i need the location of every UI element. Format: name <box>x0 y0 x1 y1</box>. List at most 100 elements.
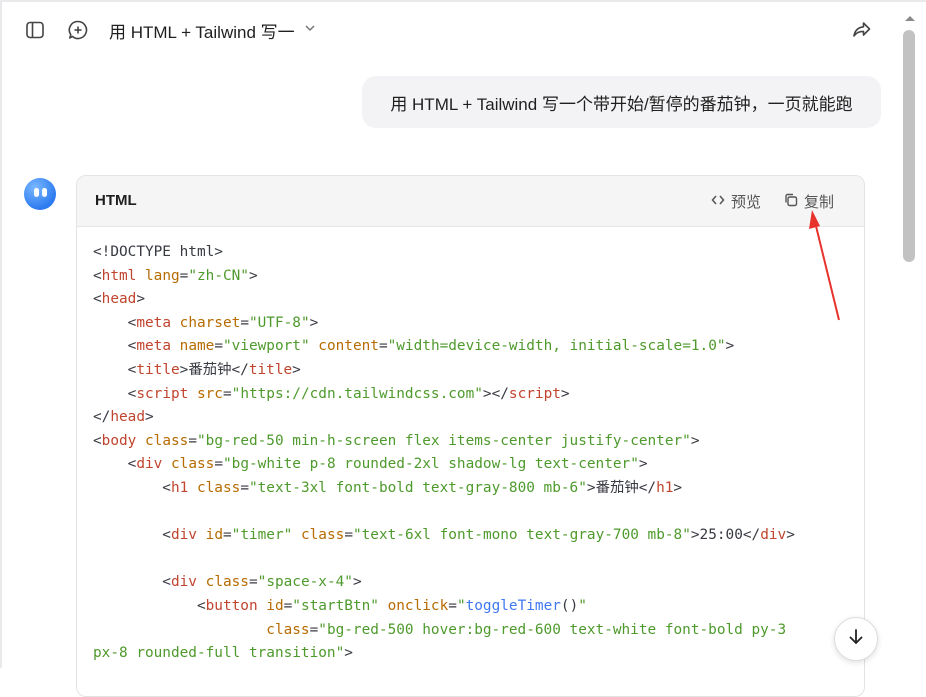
code-token: > <box>560 385 570 402</box>
scroll-to-bottom-button[interactable] <box>834 617 878 661</box>
code-token: id <box>205 527 223 544</box>
code-token: div <box>136 456 163 473</box>
code-token: = <box>448 597 457 614</box>
code-token: < <box>93 479 171 496</box>
code-token: px-8 rounded-full transition" <box>93 645 345 662</box>
code-line: <div class="bg-white p-8 rounded-2xl sha… <box>93 453 864 477</box>
code-token: = <box>222 385 232 402</box>
code-token: "bg-red-500 hover:bg-red-600 text-white … <box>318 621 787 638</box>
code-token: > <box>725 338 735 355</box>
assistant-avatar <box>24 178 56 210</box>
code-token: < <box>93 597 206 614</box>
scroll-up-arrow-icon[interactable] <box>904 10 916 28</box>
code-line: <meta name="viewport" content="width=dev… <box>93 335 864 359</box>
code-token: = <box>344 527 353 544</box>
code-token: < <box>93 338 137 355</box>
code-token: = <box>240 479 249 496</box>
code-token: = <box>222 527 232 544</box>
code-content: <!DOCTYPE html> <html lang="zh-CN"> <head>… <box>77 227 864 666</box>
code-token: < <box>93 314 137 331</box>
code-token: > <box>344 645 353 662</box>
code-token: meta <box>136 314 171 331</box>
conversation-title-dropdown[interactable]: 用 HTML + Tailwind 写一 <box>109 18 317 42</box>
code-token: " <box>578 597 587 614</box>
code-token: = <box>214 338 223 355</box>
code-token: html <box>101 267 137 284</box>
code-token: meta <box>136 338 171 355</box>
copy-label: 复制 <box>804 194 835 211</box>
code-line: <head> <box>93 288 864 312</box>
code-token: </ <box>93 409 111 426</box>
code-token: > <box>144 409 154 426</box>
code-line: <title>番茄钟</title> <box>93 359 864 383</box>
code-token: "text-3xl font-bold text-gray-800 mb-6" <box>248 479 587 496</box>
code-token: < <box>93 456 137 473</box>
code-token: > <box>292 361 301 378</box>
code-token: class <box>205 574 249 591</box>
code-token: = <box>309 621 319 638</box>
code-token: div <box>760 527 787 544</box>
code-token: name <box>179 338 215 355</box>
code-token: () <box>560 597 579 614</box>
code-line: <body class="bg-red-50 min-h-screen flex… <box>93 430 864 454</box>
code-token: = <box>248 574 258 591</box>
code-line: <!DOCTYPE html> <box>93 241 864 265</box>
code-token: head <box>110 409 145 426</box>
code-brackets-icon <box>711 193 725 211</box>
code-line: px-8 rounded-full transition"> <box>93 642 864 666</box>
preview-button[interactable]: 预览 <box>711 191 761 212</box>
code-token: script <box>508 385 561 402</box>
code-token: </ <box>231 361 249 378</box>
code-token: <!DOCTYPE html> <box>93 244 223 260</box>
code-language-label: HTML <box>95 192 137 209</box>
code-token: "space-x-4" <box>257 574 353 591</box>
code-token: < <box>93 291 102 308</box>
code-token: title <box>248 361 293 378</box>
code-token: 番茄钟 <box>188 361 232 378</box>
code-line: <div id="timer" class="text-6xl font-mon… <box>93 524 864 548</box>
code-token: "startBtn" <box>292 597 379 614</box>
code-token: = <box>188 432 197 449</box>
code-token: < <box>93 361 137 378</box>
code-token: = <box>214 456 223 473</box>
code-token: class <box>266 621 310 638</box>
code-token: "text-6xl font-mono text-gray-700 mb-8" <box>352 527 691 544</box>
copy-button[interactable]: 复制 <box>784 191 834 212</box>
code-token: "zh-CN" <box>188 267 249 284</box>
code-token: > <box>786 527 795 544</box>
code-token: toggleTimer <box>465 597 561 614</box>
sidebar-toggle-icon[interactable] <box>23 18 47 42</box>
code-token: h1 <box>656 479 674 496</box>
code-token: ></ <box>482 385 509 402</box>
conversation-title: 用 HTML + Tailwind 写一 <box>109 22 295 42</box>
code-token: "timer" <box>231 527 293 544</box>
code-token: "width=device-width, initial-scale=1.0" <box>387 338 726 355</box>
scrollbar-thumb[interactable] <box>903 30 915 262</box>
code-token: > <box>248 267 258 284</box>
code-token: title <box>136 361 180 378</box>
code-token: > <box>136 291 145 308</box>
code-line: <h1 class="text-3xl font-bold text-gray-… <box>93 477 864 501</box>
code-token: " <box>456 597 466 614</box>
code-token: class <box>145 432 189 449</box>
code-line: <meta charset="UTF-8"> <box>93 312 864 336</box>
code-token: = <box>378 338 388 355</box>
code-token: >25:00</ <box>690 527 761 544</box>
code-line: class="bg-red-500 hover:bg-red-600 text-… <box>93 619 864 643</box>
new-chat-icon[interactable] <box>66 18 90 42</box>
code-token: < <box>93 385 137 402</box>
code-token: lang <box>145 267 180 284</box>
code-token: class <box>171 456 215 473</box>
code-token: "viewport" <box>222 338 310 355</box>
share-icon[interactable] <box>850 18 874 42</box>
code-token: < <box>93 574 171 591</box>
